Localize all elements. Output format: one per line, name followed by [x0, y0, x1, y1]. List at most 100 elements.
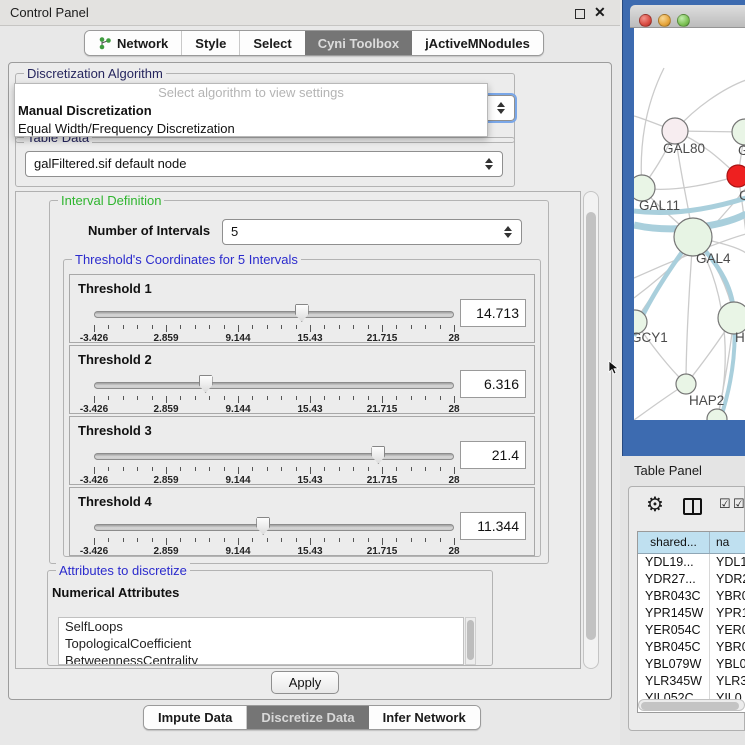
- cell-shared-name: YPR145W: [638, 605, 710, 622]
- checkbox-icon[interactable]: ☑: [719, 496, 731, 512]
- slider-track[interactable]: [94, 311, 454, 318]
- close-icon[interactable]: ✕: [594, 4, 606, 21]
- attributes-list[interactable]: SelfLoopsTopologicalCoefficientBetweenne…: [58, 617, 464, 665]
- slider-track[interactable]: [94, 453, 454, 460]
- tick-mark: [195, 325, 196, 329]
- bottom-tab-discretize-data[interactable]: Discretize Data: [247, 706, 368, 729]
- slider-thumb[interactable]: [295, 304, 309, 322]
- slider-thumb[interactable]: [256, 517, 270, 535]
- network-canvas[interactable]: GAL80 GA C GAL11 GAL4 GCY1 H HAP2: [634, 28, 745, 420]
- tick-mark: [224, 467, 225, 471]
- table-row[interactable]: YBR045CYBR0: [638, 639, 745, 656]
- network-nodes[interactable]: [634, 118, 745, 420]
- tick-label: 28: [448, 333, 459, 344]
- apply-button[interactable]: Apply: [271, 671, 339, 694]
- tick-label: 21.715: [367, 404, 398, 415]
- columns-icon[interactable]: [683, 498, 702, 515]
- tick-mark: [339, 396, 340, 400]
- threshold-value-field[interactable]: 6.316: [460, 370, 526, 398]
- node-hap2[interactable]: [676, 374, 696, 394]
- minimize-traffic-light[interactable]: [658, 14, 671, 27]
- threshold-value-field[interactable]: 21.4: [460, 441, 526, 469]
- cell-shared-name: YER054C: [638, 622, 710, 639]
- tick-mark: [238, 467, 239, 474]
- node-partial-top-right[interactable]: [732, 119, 745, 145]
- column-header-shared-name[interactable]: shared...: [638, 532, 710, 553]
- popup-placeholder-item[interactable]: Select algorithm to view settings: [15, 84, 487, 102]
- checkbox-icon[interactable]: ☑: [733, 496, 745, 512]
- tick-mark: [324, 467, 325, 471]
- spinner-arrows-icon: [504, 226, 512, 238]
- popup-option-equal-width-frequency-discretization[interactable]: Equal Width/Frequency Discretization: [15, 120, 487, 138]
- tick-label: 2.859: [153, 546, 178, 557]
- tick-mark: [252, 467, 253, 471]
- viewport-scrollbar[interactable]: [583, 191, 599, 669]
- table-row[interactable]: YDR27...YDR2: [638, 571, 745, 588]
- mouse-cursor: [608, 360, 620, 376]
- table-horizontal-scrollbar[interactable]: [638, 699, 745, 711]
- tab-label: Style: [195, 36, 226, 51]
- node-red-selected[interactable]: [727, 165, 745, 187]
- gear-icon[interactable]: ⚙: [646, 495, 664, 515]
- cell-name: YDL1: [710, 554, 745, 571]
- attribute-item-selfloops[interactable]: SelfLoops: [59, 618, 463, 635]
- number-of-intervals-spinner[interactable]: 5: [222, 219, 522, 245]
- bottom-tab-infer-network[interactable]: Infer Network: [369, 706, 480, 729]
- attribute-item-topologicalcoefficient[interactable]: TopologicalCoefficient: [59, 635, 463, 652]
- attributes-list-scrollbar[interactable]: [465, 617, 476, 665]
- table-row[interactable]: YER054CYER0: [638, 622, 745, 639]
- tick-mark: [94, 467, 95, 474]
- tick-mark: [411, 538, 412, 542]
- tick-mark: [166, 325, 167, 332]
- cell-name: YER0: [710, 622, 745, 639]
- float-window-icon[interactable]: [575, 9, 585, 19]
- slider-track[interactable]: [94, 382, 454, 389]
- tab-jactivemnodules[interactable]: jActiveMNodules: [412, 31, 543, 55]
- tick-mark: [310, 538, 311, 545]
- column-header-name[interactable]: na: [710, 532, 745, 553]
- table-row[interactable]: YDL19...YDL1: [638, 554, 745, 571]
- slider-track[interactable]: [94, 524, 454, 531]
- threshold-value-field[interactable]: 11.344: [460, 512, 526, 540]
- slider-thumb[interactable]: [371, 446, 385, 464]
- control-panel-titlebar: Control Panel ✕: [0, 0, 620, 26]
- threshold-label: Threshold 1: [78, 281, 152, 296]
- combo-arrows-icon: [497, 102, 505, 114]
- tick-mark: [123, 325, 124, 329]
- tick-mark: [108, 325, 109, 329]
- tab-network[interactable]: Network: [85, 31, 182, 55]
- threshold-value-field[interactable]: 14.713: [460, 299, 526, 327]
- table-data-combobox[interactable]: galFiltered.sif default node: [25, 151, 503, 177]
- attribute-item-betweennesscentrality[interactable]: BetweennessCentrality: [59, 652, 463, 665]
- tab-style[interactable]: Style: [182, 31, 240, 55]
- tick-mark: [108, 467, 109, 471]
- tick-mark: [108, 396, 109, 400]
- tick-mark: [152, 325, 153, 329]
- zoom-traffic-light[interactable]: [677, 14, 690, 27]
- tick-mark: [224, 538, 225, 542]
- tick-mark: [166, 538, 167, 545]
- tab-select[interactable]: Select: [240, 31, 304, 55]
- tab-label: Select: [253, 36, 291, 51]
- table-row[interactable]: YLR345WYLR3: [638, 673, 745, 690]
- table-row[interactable]: YPR145WYPR1: [638, 605, 745, 622]
- label-hap2: HAP2: [689, 393, 724, 408]
- tick-mark: [382, 538, 383, 545]
- table-row[interactable]: YBL079WYBL0: [638, 656, 745, 673]
- slider-thumb[interactable]: [199, 375, 213, 393]
- network-tab-icon: [98, 36, 112, 50]
- tick-mark: [368, 538, 369, 542]
- network-window-titlebar[interactable]: [630, 5, 745, 28]
- tick-label: 15.43: [297, 546, 322, 557]
- label-partial-red: C: [739, 188, 745, 203]
- node-attribute-table[interactable]: shared... na YDL19...YDL1YDR27...YDR2YBR…: [637, 531, 745, 713]
- popup-option-manual-discretization[interactable]: Manual Discretization: [15, 102, 487, 120]
- tick-mark: [267, 538, 268, 542]
- close-traffic-light[interactable]: [639, 14, 652, 27]
- bottom-tab-impute-data[interactable]: Impute Data: [144, 706, 247, 729]
- cell-name: YDR2: [710, 571, 745, 588]
- label-partial-top-right: GA: [738, 143, 745, 158]
- tab-cyni-toolbox[interactable]: Cyni Toolbox: [305, 31, 412, 55]
- table-row[interactable]: YBR043CYBR0: [638, 588, 745, 605]
- cell-name: YLR3: [710, 673, 745, 690]
